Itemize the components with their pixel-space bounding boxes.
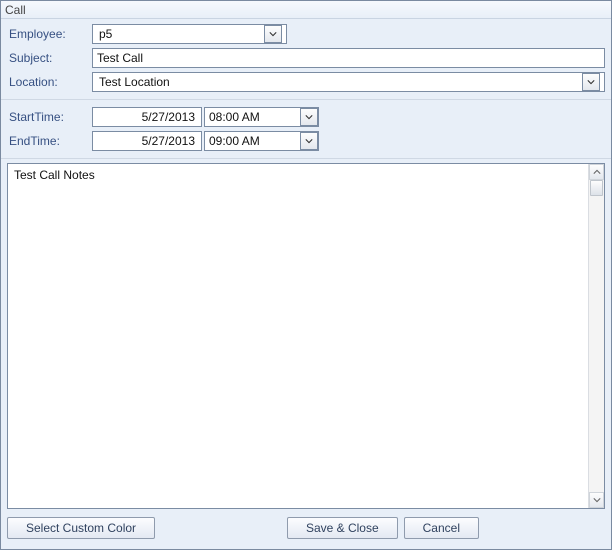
start-time-row: StartTime: 08:00 AM <box>7 106 605 128</box>
end-time-label: EndTime: <box>7 134 92 148</box>
window-titlebar: Call <box>1 1 611 19</box>
scrollbar-thumb[interactable] <box>590 180 603 196</box>
end-time-row: EndTime: 09:00 AM <box>7 130 605 152</box>
end-date-input[interactable] <box>92 131 202 151</box>
scroll-down-icon <box>593 497 601 503</box>
employee-combo[interactable]: p5 <box>92 24 287 44</box>
employee-value: p5 <box>97 27 264 41</box>
cancel-button[interactable]: Cancel <box>404 517 479 539</box>
end-time-combo[interactable]: 09:00 AM <box>204 131 319 151</box>
end-time-value: 09:00 AM <box>209 134 260 148</box>
dialog-action-buttons: Save & Close Cancel <box>287 517 479 539</box>
subject-label: Subject: <box>7 51 92 65</box>
notes-textarea[interactable] <box>8 164 588 508</box>
chevron-down-icon <box>587 79 595 85</box>
form-header-section: Employee: p5 Subject: Location: Test Loc… <box>1 19 611 99</box>
scroll-up-icon <box>593 169 601 175</box>
start-time-combo[interactable]: 08:00 AM <box>204 107 319 127</box>
employee-dropdown-button[interactable] <box>264 25 282 43</box>
subject-input[interactable] <box>92 48 605 68</box>
location-label: Location: <box>7 75 92 89</box>
select-custom-color-button[interactable]: Select Custom Color <box>7 517 155 539</box>
start-date-input[interactable] <box>92 107 202 127</box>
save-close-button[interactable]: Save & Close <box>287 517 398 539</box>
notes-container <box>7 163 605 509</box>
call-dialog: Call Employee: p5 Subject: Location: Tes… <box>0 0 612 550</box>
chevron-down-icon <box>305 138 313 144</box>
notes-scrollbar[interactable] <box>588 164 604 508</box>
start-time-label: StartTime: <box>7 110 92 124</box>
end-time-dropdown-button[interactable] <box>300 132 318 150</box>
employee-label: Employee: <box>7 27 92 41</box>
window-title: Call <box>5 3 26 17</box>
chevron-down-icon <box>305 114 313 120</box>
location-combo[interactable]: Test Location <box>92 72 605 92</box>
start-time-dropdown-button[interactable] <box>300 108 318 126</box>
notes-section <box>1 159 611 509</box>
location-row: Location: Test Location <box>7 71 605 93</box>
location-value: Test Location <box>97 75 582 89</box>
scroll-up-button[interactable] <box>589 164 604 180</box>
button-bar: Select Custom Color Save & Close Cancel <box>1 509 611 549</box>
time-section: StartTime: 08:00 AM EndTime: 09:00 AM <box>1 99 611 159</box>
subject-row: Subject: <box>7 47 605 69</box>
location-dropdown-button[interactable] <box>582 73 600 91</box>
start-time-value: 08:00 AM <box>209 110 260 124</box>
chevron-down-icon <box>269 31 277 37</box>
scroll-down-button[interactable] <box>589 492 604 508</box>
scrollbar-track[interactable] <box>589 180 604 492</box>
employee-row: Employee: p5 <box>7 23 605 45</box>
